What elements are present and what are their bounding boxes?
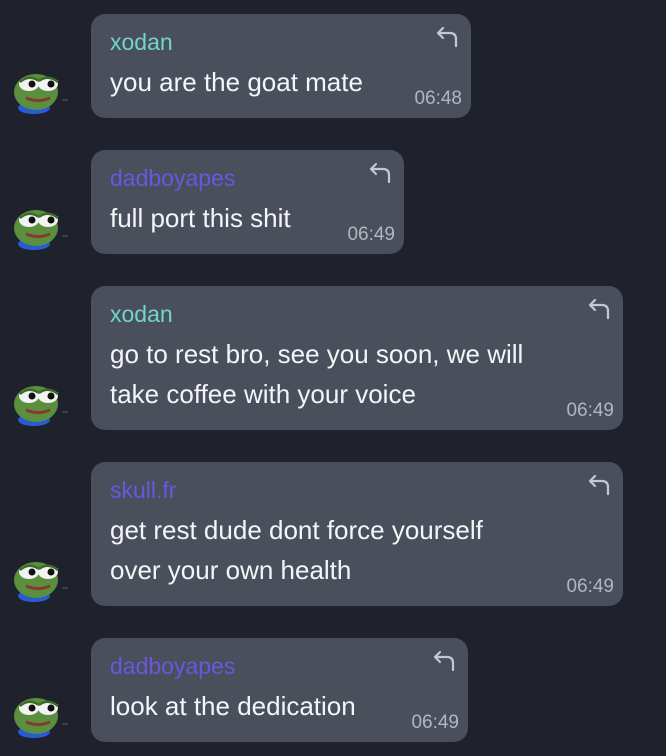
reply-arrow-icon[interactable]: [368, 160, 394, 186]
sender-name[interactable]: skull.fr: [110, 476, 176, 504]
message-timestamp: 06:49: [566, 400, 614, 421]
message-bubble[interactable]: skull.fr get rest dude dont force yourse…: [91, 462, 623, 606]
sender-name[interactable]: dadboyapes: [110, 164, 235, 192]
pepe-frog-avatar-icon[interactable]: [12, 70, 68, 114]
message-text-line: you are the goat mate: [110, 67, 363, 97]
pepe-frog-avatar-icon[interactable]: [12, 382, 68, 426]
pepe-frog-avatar-icon[interactable]: [12, 694, 68, 738]
message-text-line: get rest dude dont force yourself: [110, 515, 483, 545]
pepe-frog-avatar-icon[interactable]: [12, 558, 68, 602]
chat-message: skull.fr get rest dude dont force yourse…: [0, 462, 666, 606]
message-bubble[interactable]: dadboyapes full port this shit 06:49: [91, 150, 404, 254]
message-text-line: go to rest bro, see you soon, we will: [110, 339, 524, 369]
message-timestamp: 06:49: [566, 576, 614, 597]
message-timestamp: 06:48: [414, 88, 462, 109]
message-timestamp: 06:49: [411, 712, 459, 733]
chat-message: dadboyapes look at the dedication 06:49: [0, 638, 666, 742]
reply-arrow-icon[interactable]: [432, 648, 458, 674]
message-text-line: full port this shit: [110, 203, 291, 233]
message-bubble[interactable]: xodan you are the goat mate 06:48: [91, 14, 471, 118]
message-bubble[interactable]: dadboyapes look at the dedication 06:49: [91, 638, 468, 742]
chat-message-list: xodan you are the goat mate 06:48 dadboy…: [0, 0, 666, 756]
message-bubble[interactable]: xodan go to rest bro, see you soon, we w…: [91, 286, 623, 430]
chat-message: xodan you are the goat mate 06:48: [0, 14, 666, 118]
reply-arrow-icon[interactable]: [587, 296, 613, 322]
message-text-line: look at the dedication: [110, 691, 356, 721]
message-timestamp: 06:49: [347, 224, 395, 245]
reply-arrow-icon[interactable]: [435, 24, 461, 50]
sender-name[interactable]: xodan: [110, 28, 173, 56]
chat-message: xodan go to rest bro, see you soon, we w…: [0, 286, 666, 430]
sender-name[interactable]: dadboyapes: [110, 652, 235, 680]
chat-message: dadboyapes full port this shit 06:49: [0, 150, 666, 254]
message-text-line: over your own health: [110, 555, 352, 585]
reply-arrow-icon[interactable]: [587, 472, 613, 498]
sender-name[interactable]: xodan: [110, 300, 173, 328]
pepe-frog-avatar-icon[interactable]: [12, 206, 68, 250]
message-text-line: take coffee with your voice: [110, 379, 416, 409]
